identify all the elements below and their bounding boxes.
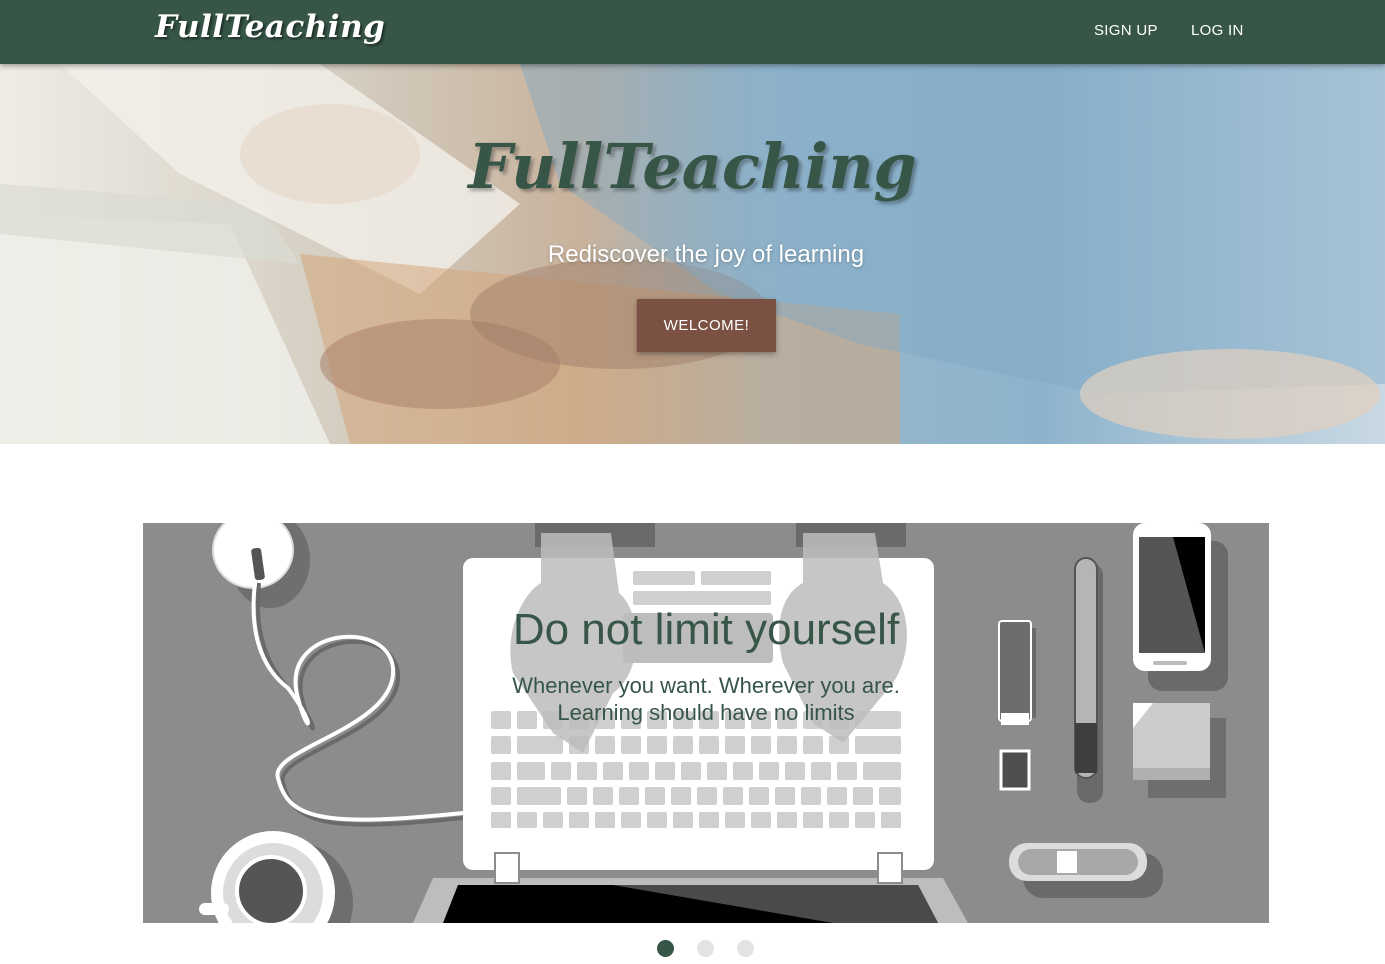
slide-text-line-1: Whenever you want. Wherever you are. — [512, 673, 900, 698]
sign-up-link[interactable]: SIGN UP — [1094, 22, 1158, 39]
slide-title: Do not limit yourself — [512, 605, 900, 654]
carousel-indicator-1[interactable] — [657, 940, 674, 957]
carousel: Do not limit yourself Whenever you want.… — [143, 523, 1269, 923]
hero-title: FullTeaching — [468, 130, 917, 203]
welcome-button[interactable]: WELCOME! — [637, 299, 776, 352]
log-in-link[interactable]: LOG IN — [1191, 22, 1244, 39]
brand-logo[interactable]: FullTeaching — [155, 9, 385, 45]
hero-banner: FullTeaching Rediscover the joy of learn… — [0, 64, 1385, 444]
slide-text-line-2: Learning should have no limits — [557, 700, 855, 725]
carousel-indicator-3[interactable] — [737, 940, 754, 957]
slide-text: Whenever you want. Wherever you are. Lea… — [486, 672, 926, 726]
hero-subtitle: Rediscover the joy of learning — [547, 241, 865, 268]
navbar: FullTeaching SIGN UP LOG IN — [0, 0, 1385, 64]
carousel-indicator-2[interactable] — [697, 940, 714, 957]
